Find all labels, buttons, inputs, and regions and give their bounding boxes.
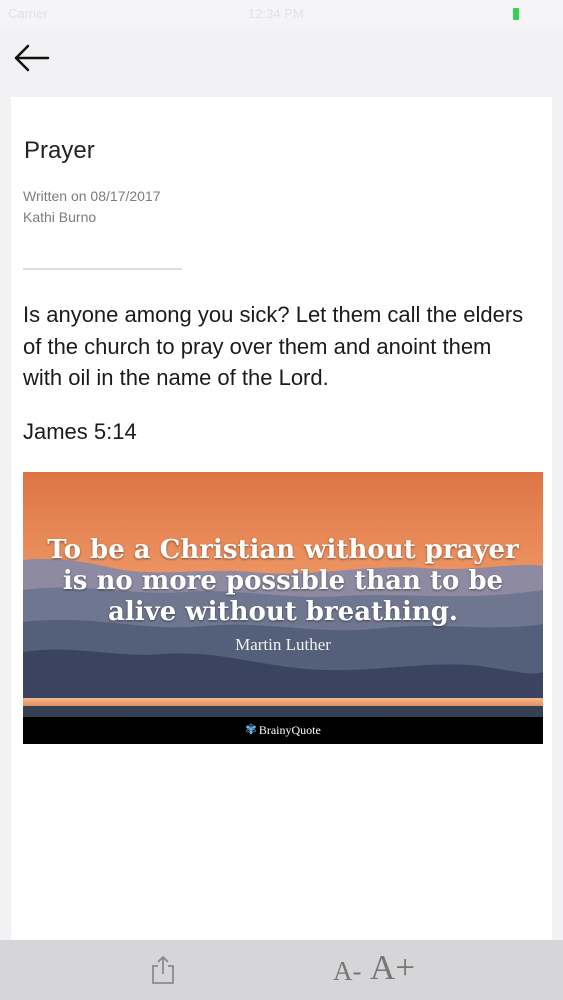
status-time: 12:34 PM — [248, 6, 304, 21]
article-card: Prayer Written on 08/17/2017 Kathi Burno… — [11, 97, 552, 940]
quote-line: is no more possible than to be — [62, 566, 504, 596]
article-date: Written on 08/17/2017 — [23, 188, 161, 204]
share-button[interactable] — [148, 954, 178, 986]
back-button[interactable] — [12, 40, 52, 76]
brainyquote-logo: ✾ BrainyQuote — [23, 722, 543, 739]
status-carrier: Carrier — [8, 6, 48, 21]
share-icon — [152, 955, 174, 984]
article-author: Kathi Burno — [23, 209, 97, 225]
arrow-left-icon — [14, 44, 50, 72]
quote-text: To be a Christian without prayer is no m… — [23, 535, 543, 628]
scripture-reference: James 5:14 — [23, 419, 137, 444]
font-decrease-button[interactable]: A- — [333, 956, 362, 987]
status-bar: Carrier 12:34 PM — [0, 0, 563, 28]
quote-line: To be a Christian without prayer — [47, 535, 519, 565]
article-title: Prayer — [24, 137, 95, 164]
brand-name: BrainyQuote — [258, 723, 321, 737]
divider — [23, 268, 182, 270]
flower-icon: ✾ — [245, 723, 257, 738]
bottom-toolbar: A- A+ — [0, 940, 563, 1000]
quote-author: Martin Luther — [235, 635, 331, 654]
font-increase-button[interactable]: A+ — [370, 948, 415, 988]
battery-icon — [513, 8, 519, 20]
quote-image: To be a Christian without prayer is no m… — [23, 472, 543, 744]
quote-line: alive without breathing. — [108, 597, 458, 627]
brand-strip: ✾ BrainyQuote — [23, 717, 543, 744]
article-body: Is anyone among you sick? Let them call … — [23, 302, 524, 390]
